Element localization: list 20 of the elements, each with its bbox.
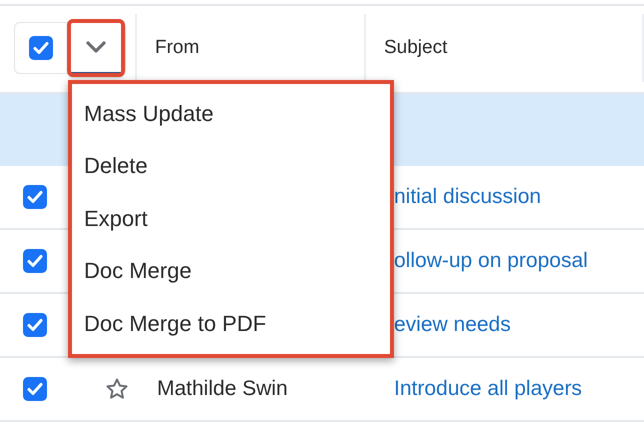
checkbox[interactable] bbox=[23, 313, 47, 337]
subject-link[interactable]: ollow-up on proposal bbox=[394, 249, 588, 273]
column-header[interactable]: From bbox=[155, 37, 200, 59]
menu-item[interactable]: Doc Merge to PDF bbox=[84, 302, 390, 354]
subject-link[interactable]: nitial discussion bbox=[394, 185, 542, 209]
sender-name: Mathilde Swin bbox=[157, 377, 288, 401]
star-icon[interactable] bbox=[105, 377, 129, 401]
subject-link[interactable]: Introduce all players bbox=[394, 377, 582, 401]
checkbox[interactable] bbox=[23, 377, 47, 401]
menu-item[interactable]: Delete bbox=[84, 144, 390, 197]
chevron-down-icon bbox=[86, 40, 106, 52]
checkbox[interactable] bbox=[23, 249, 47, 273]
menu-item[interactable]: Mass Update bbox=[84, 92, 390, 144]
checkbox[interactable] bbox=[23, 185, 47, 209]
subject-link[interactable]: eview needs bbox=[394, 313, 511, 337]
menu-item[interactable]: Doc Merge bbox=[84, 249, 390, 302]
actions-button[interactable] bbox=[69, 21, 123, 75]
checkbox[interactable] bbox=[29, 36, 53, 60]
column-header[interactable]: Subject bbox=[384, 37, 448, 59]
menu-item[interactable]: Export bbox=[84, 196, 390, 250]
